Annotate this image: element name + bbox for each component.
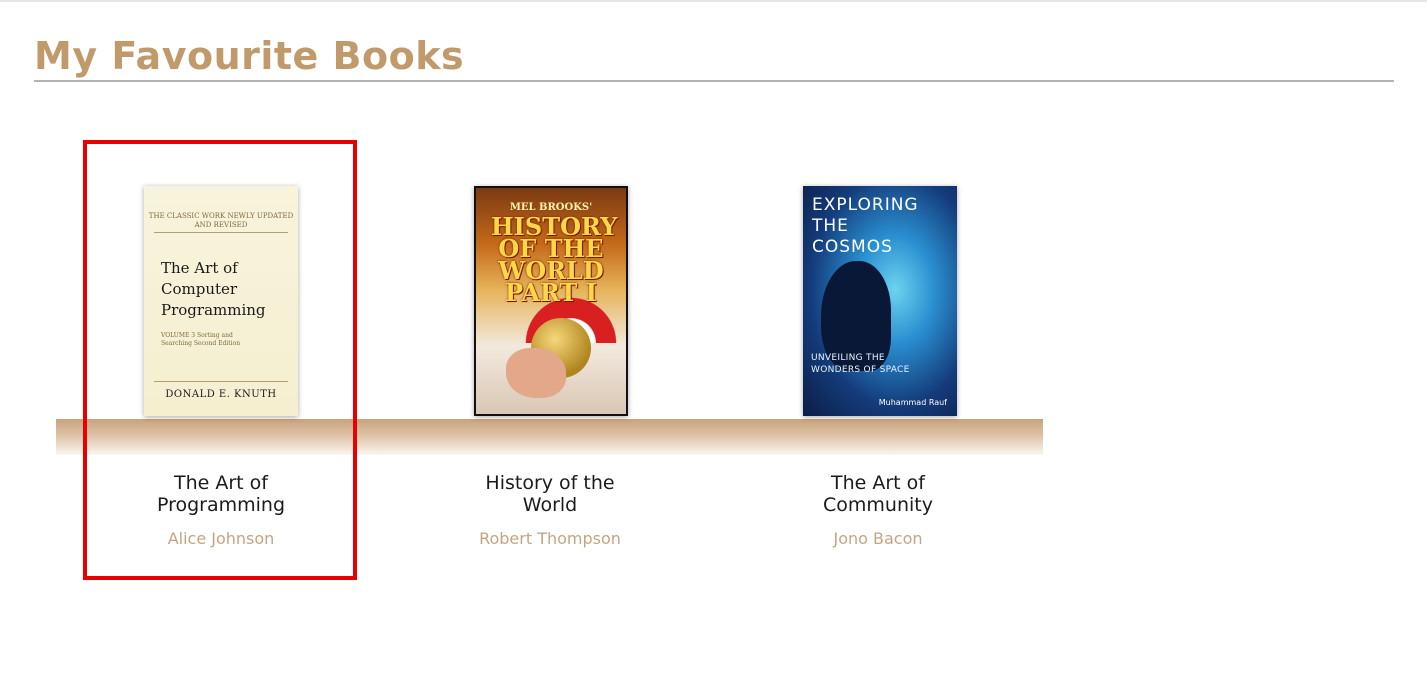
cover-subtitle-text: UNVEILING THE WONDERS OF SPACE xyxy=(811,353,910,375)
cover-author: Muhammad Rauf xyxy=(878,398,947,407)
warrior-illustration xyxy=(506,348,566,398)
cover-title-text: EXPLORING THE COSMOS xyxy=(812,195,919,257)
top-border xyxy=(0,0,1427,2)
book-title-2[interactable]: History of the World xyxy=(430,472,670,516)
cover-title-text: HISTORY OF THE WORLD PART I xyxy=(491,212,618,307)
title-divider xyxy=(34,80,1394,82)
book-title-text: History of the World xyxy=(485,472,615,516)
book-author-3: Jono Bacon xyxy=(833,529,923,548)
page-title: My Favourite Books xyxy=(34,34,465,78)
cover-title: EXPLORING THE COSMOS xyxy=(812,195,922,258)
book-cover-2[interactable]: MEL BROOKS' HISTORY OF THE WORLD PART I xyxy=(474,186,628,416)
book-author-2: Robert Thompson xyxy=(479,529,621,548)
cover-title: HISTORY OF THE WORLD PART I xyxy=(476,212,626,307)
book-title-text: The Art of Community xyxy=(823,472,933,516)
book-cover-3[interactable]: EXPLORING THE COSMOS UNVEILING THE WONDE… xyxy=(803,186,957,416)
selection-highlight xyxy=(83,140,357,580)
book-title-3[interactable]: The Art of Community xyxy=(758,472,998,516)
cover-subtitle: UNVEILING THE WONDERS OF SPACE xyxy=(811,352,936,376)
